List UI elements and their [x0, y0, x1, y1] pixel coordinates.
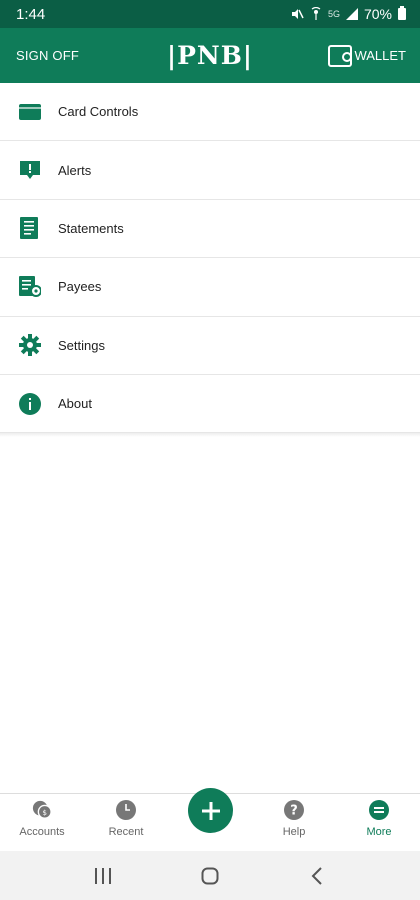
nav-label: Help: [282, 826, 306, 838]
status-icons: 5G 70%: [290, 6, 406, 22]
back-icon: [311, 866, 322, 885]
statement-icon: [18, 216, 42, 240]
menu-item-settings[interactable]: Settings: [0, 317, 420, 375]
accounts-icon: $: [32, 800, 52, 820]
home-button[interactable]: [195, 861, 225, 891]
app-header: SIGN OFF |PNB| WALLET: [0, 28, 420, 83]
nav-label: More: [366, 826, 392, 838]
menu-divider: [0, 433, 420, 438]
nav-accounts[interactable]: $ Accounts: [7, 798, 77, 838]
recents-button[interactable]: [88, 861, 118, 891]
menu-item-about[interactable]: About: [0, 375, 420, 434]
svg-text:?: ?: [290, 804, 298, 819]
recents-icon: [95, 867, 112, 884]
menu-item-payees[interactable]: Payees: [0, 258, 420, 317]
menu-label: Settings: [58, 337, 105, 353]
pnb-logo: |PNB|: [167, 41, 253, 70]
gear-icon: [18, 333, 42, 357]
menu-item-card-controls[interactable]: Card Controls: [0, 83, 420, 142]
alert-icon: [18, 158, 42, 182]
mute-icon: [291, 9, 304, 19]
system-nav-bar: [0, 851, 420, 900]
wallet-label: WALLET: [354, 48, 406, 63]
network-type: 5G: [327, 9, 340, 19]
back-button[interactable]: [302, 861, 332, 891]
nav-label: Recent: [108, 826, 144, 838]
card-icon: [18, 100, 42, 124]
plus-icon: [201, 801, 220, 820]
info-icon: [18, 392, 42, 416]
more-menu: Card Controls Alerts Statements Payees S…: [0, 83, 420, 438]
clock-icon: [116, 800, 136, 820]
wallet-icon: [328, 44, 353, 67]
status-time: 1:44: [16, 5, 46, 23]
sign-off-button[interactable]: SIGN OFF: [16, 48, 79, 63]
add-fab-button[interactable]: [188, 788, 233, 833]
menu-label: Payees: [58, 279, 102, 295]
menu-label: Statements: [58, 220, 124, 236]
menu-label: Alerts: [58, 162, 92, 178]
menu-label: About: [58, 396, 92, 412]
menu-label: Card Controls: [58, 104, 139, 120]
payees-icon: [18, 275, 42, 299]
nav-recent[interactable]: Recent: [91, 798, 161, 838]
status-bar: 1:44 5G 70%: [0, 0, 420, 28]
signal-icon: [345, 8, 358, 20]
menu-item-alerts[interactable]: Alerts: [0, 141, 420, 200]
wallet-button[interactable]: WALLET: [328, 44, 406, 67]
hotspot-icon: [311, 7, 321, 20]
nav-help[interactable]: ? Help: [259, 798, 329, 838]
menu-item-statements[interactable]: Statements: [0, 200, 420, 259]
help-icon: ?: [284, 800, 304, 820]
nav-label: Accounts: [19, 826, 65, 838]
svg-text:$: $: [42, 808, 47, 817]
battery-icon: [398, 6, 406, 20]
nav-more[interactable]: More: [344, 798, 414, 838]
battery-percent: 70%: [363, 6, 392, 22]
more-icon: [369, 800, 389, 820]
home-icon: [201, 867, 219, 884]
